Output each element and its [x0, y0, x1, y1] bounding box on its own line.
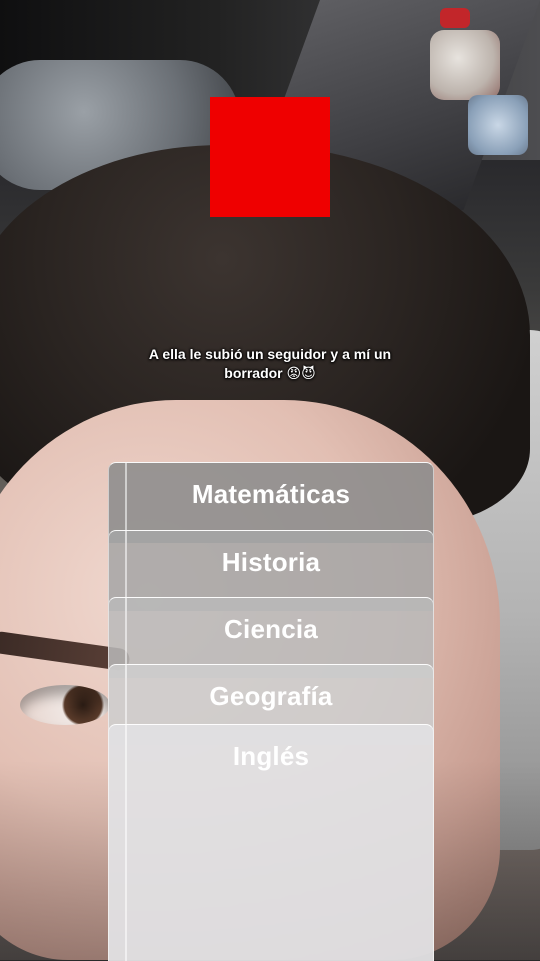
shelf-object — [430, 30, 500, 100]
subject-card-label: Ciencia — [224, 614, 318, 644]
video-caption: A ella le subió un seguidor y a mí un bo… — [148, 346, 392, 381]
subject-card-label: Historia — [221, 547, 321, 577]
shelf-object-red — [440, 8, 470, 28]
subject-card-label: Geografía — [209, 681, 333, 711]
red-square-marker — [210, 97, 330, 217]
shelf-object-blue — [468, 95, 528, 155]
subject-card-stack: Matemáticas Historia Ciencia Geografía I… — [108, 462, 434, 961]
subject-card-ingles[interactable]: Inglés — [108, 724, 434, 961]
person-eye — [20, 685, 110, 725]
subject-card-label: Inglés — [232, 741, 310, 771]
subject-card-label: Matemáticas — [191, 479, 351, 509]
